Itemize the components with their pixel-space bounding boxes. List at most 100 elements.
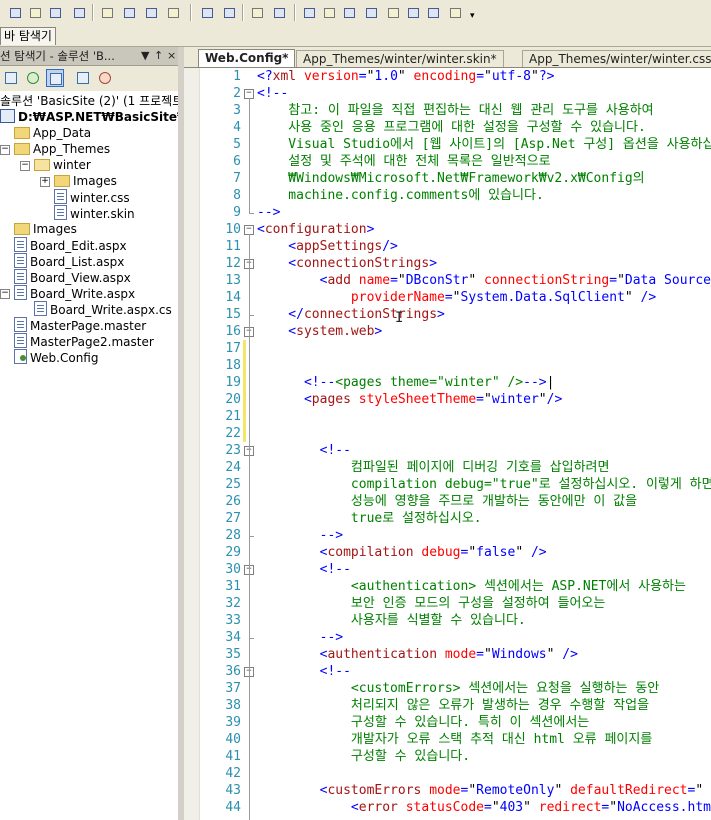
tree-item[interactable]: Board_Write.aspx — [14, 285, 135, 301]
code-line[interactable]: 구성할 수 있습니다. — [257, 748, 470, 765]
close-icon[interactable]: × — [167, 47, 176, 65]
nav-forward-icon[interactable] — [446, 4, 463, 20]
font-icon[interactable] — [164, 4, 181, 20]
code-line[interactable]: 구성할 수 있습니다. 특히 이 섹션에서는 — [257, 714, 589, 731]
code-line[interactable]: <add name="DBconStr" connectionString="D… — [257, 272, 711, 289]
code-line[interactable]: <system.web> — [257, 323, 382, 340]
bookmark-next-icon[interactable] — [362, 4, 379, 20]
tree-item-label: Images — [33, 222, 77, 236]
bookmark-icon[interactable] — [320, 4, 337, 20]
copy-icon[interactable] — [120, 4, 137, 20]
code-line[interactable]: <!-- — [257, 663, 351, 680]
code-line[interactable]: 사용 중인 응용 프로그램에 대한 설정을 구성할 수 있습니다. — [257, 119, 646, 136]
outdent-icon[interactable] — [198, 4, 215, 20]
flag-icon[interactable] — [404, 4, 421, 20]
tab-web-config[interactable]: Web.Config* — [198, 49, 296, 67]
tree-item[interactable]: Images — [14, 221, 77, 237]
code-line[interactable]: --> — [257, 527, 343, 544]
code-line[interactable]: providerName="System.Data.SqlClient" /> — [257, 289, 656, 306]
line-number: 4 — [233, 120, 241, 135]
dropdown-icon[interactable]: ▾ — [468, 4, 478, 21]
format-icon[interactable] — [70, 4, 87, 20]
pin-icon[interactable]: ↑ — [154, 47, 163, 65]
code-line[interactable]: <!-- — [257, 442, 351, 459]
code-line[interactable]: machine.config.comments에 있습니다. — [257, 187, 543, 204]
code-line[interactable]: <appSettings/> — [257, 238, 398, 255]
tree-item[interactable]: Web.Config — [14, 349, 98, 365]
select-icon[interactable] — [98, 4, 115, 20]
tree-item[interactable]: MasterPage2.master — [14, 333, 154, 349]
code-line[interactable]: --> — [257, 629, 343, 646]
tree-item[interactable]: winter — [34, 157, 91, 173]
tree-item[interactable]: App_Themes — [14, 141, 110, 157]
tree-item[interactable]: D:₩ASP.NET₩BasicSite₩ — [0, 109, 178, 125]
bookmark-prev-icon[interactable] — [340, 4, 357, 20]
code-line[interactable]: <error statusCode="403" redirect="NoAcce… — [257, 799, 711, 816]
code-line[interactable]: <!-- — [257, 85, 288, 102]
bookmark-clear-icon[interactable] — [384, 4, 401, 20]
code-line[interactable]: 처리되지 않은 오류가 발생하는 경우 수행할 작업을 — [257, 697, 649, 714]
tree-item[interactable]: MasterPage.master — [14, 317, 146, 333]
mouse-ibeam-cursor: I — [395, 310, 404, 326]
tree-item[interactable]: Images — [54, 173, 117, 189]
copy-website-icon[interactable] — [96, 69, 114, 87]
tree-item[interactable]: winter.skin — [54, 205, 135, 221]
line-number: 27 — [225, 511, 241, 526]
code-line[interactable]: <connectionStrings> — [257, 255, 437, 272]
refresh-icon[interactable] — [24, 69, 42, 87]
properties-icon[interactable] — [2, 69, 20, 87]
code-line[interactable]: </connectionStrings> — [257, 306, 445, 323]
tree-item[interactable]: Board_Edit.aspx — [14, 237, 127, 253]
code-editor[interactable]: 1 <?xml version="1.0" encoding="utf-8"?> 2… — [184, 68, 711, 820]
tree-expander-icon[interactable]: − — [0, 289, 10, 299]
indent-more-icon[interactable] — [220, 4, 237, 20]
tree-item[interactable]: Board_Write.aspx.cs — [34, 301, 172, 317]
code-line[interactable]: <compilation debug="false" /> — [257, 544, 547, 561]
code-line[interactable]: <configuration> — [257, 221, 374, 238]
code-line[interactable]: <authentication> 섹션에서는 ASP.NET에서 사용하는 — [257, 578, 686, 595]
nav-back-icon[interactable] — [424, 4, 441, 20]
comment-icon[interactable] — [248, 4, 265, 20]
code-line[interactable]: 설정 및 주석에 대한 전체 목록은 일반적으로 — [257, 153, 550, 170]
code-line[interactable]: <!--<pages theme="winter" />-->| — [257, 374, 554, 391]
code-line[interactable]: 성능에 영향을 주므로 개발하는 동안에만 이 값을 — [257, 493, 637, 510]
block-icon[interactable] — [26, 4, 43, 20]
code-line[interactable]: <!-- — [257, 561, 351, 578]
editor-scroll-area[interactable] — [700, 68, 711, 820]
tree-expander-icon[interactable]: − — [0, 145, 10, 155]
code-line[interactable]: <pages styleSheetTheme="winter"/> — [257, 391, 562, 408]
line-number: 3 — [233, 103, 241, 118]
code-line[interactable]: ₩Windows₩Microsoft.Net₩Framework₩v2.x₩Co… — [257, 170, 644, 187]
code-line[interactable]: 참고: 이 파일을 직접 편집하는 대신 웹 관리 도구를 사용하여 — [257, 102, 653, 119]
code-line[interactable]: --> — [257, 204, 280, 221]
uncomment-icon[interactable] — [270, 4, 287, 20]
tree-item[interactable]: Board_List.aspx — [14, 253, 124, 269]
tree-expander-icon[interactable]: + — [40, 177, 50, 187]
tree-item[interactable]: Board_View.aspx — [14, 269, 131, 285]
tree-item[interactable]: App_Data — [14, 125, 91, 141]
indent-icon[interactable] — [6, 4, 23, 20]
arrow-icon[interactable] — [46, 4, 63, 20]
tab-winter-skin[interactable]: App_Themes/winter/winter.skin* — [296, 50, 504, 67]
tree-item[interactable]: 솔루션 'BasicSite (2)' (1 프로젝트) — [0, 93, 178, 109]
code-line[interactable]: 개발자가 오류 스택 추적 대신 html 오류 페이지를 — [257, 731, 652, 748]
tab-winter-css[interactable]: App_Themes/winter/winter.css* — [522, 50, 711, 67]
find-icon[interactable] — [142, 4, 159, 20]
code-line[interactable]: compilation debug="true"로 설정하십시오. 이렇게 하면 — [257, 476, 711, 493]
rect-icon[interactable] — [300, 4, 317, 20]
code-line[interactable]: 사용자를 식별할 수 있습니다. — [257, 612, 526, 629]
code-line[interactable]: <authentication mode="Windows" /> — [257, 646, 578, 663]
tree-expander-icon[interactable]: − — [20, 161, 30, 171]
code-line[interactable]: true로 설정하십시오. — [257, 510, 482, 527]
code-line[interactable]: Visual Studio에서 [웹 사이트]의 [Asp.Net 구성] 옵션… — [257, 136, 711, 153]
nest-related-files-icon[interactable] — [74, 69, 92, 87]
object-browser-tab[interactable]: 바 탐색기 — [0, 27, 56, 45]
dropdown-icon[interactable]: ▼ — [141, 47, 149, 65]
code-line[interactable]: 컴파일된 페이지에 디버깅 기호를 삽입하려면 — [257, 459, 610, 476]
code-line[interactable]: <?xml version="1.0" encoding="utf-8"?> — [257, 68, 554, 85]
code-line[interactable]: <customErrors> 섹션에서는 요청을 실행하는 동안 — [257, 680, 659, 697]
show-all-files-icon[interactable] — [46, 69, 64, 87]
code-line[interactable]: 보안 인증 모드의 구성을 설정하여 들어오는 — [257, 595, 605, 612]
tree-item[interactable]: winter.css — [54, 189, 130, 205]
code-line[interactable]: <customErrors mode="RemoteOnly" defaultR… — [257, 782, 704, 799]
